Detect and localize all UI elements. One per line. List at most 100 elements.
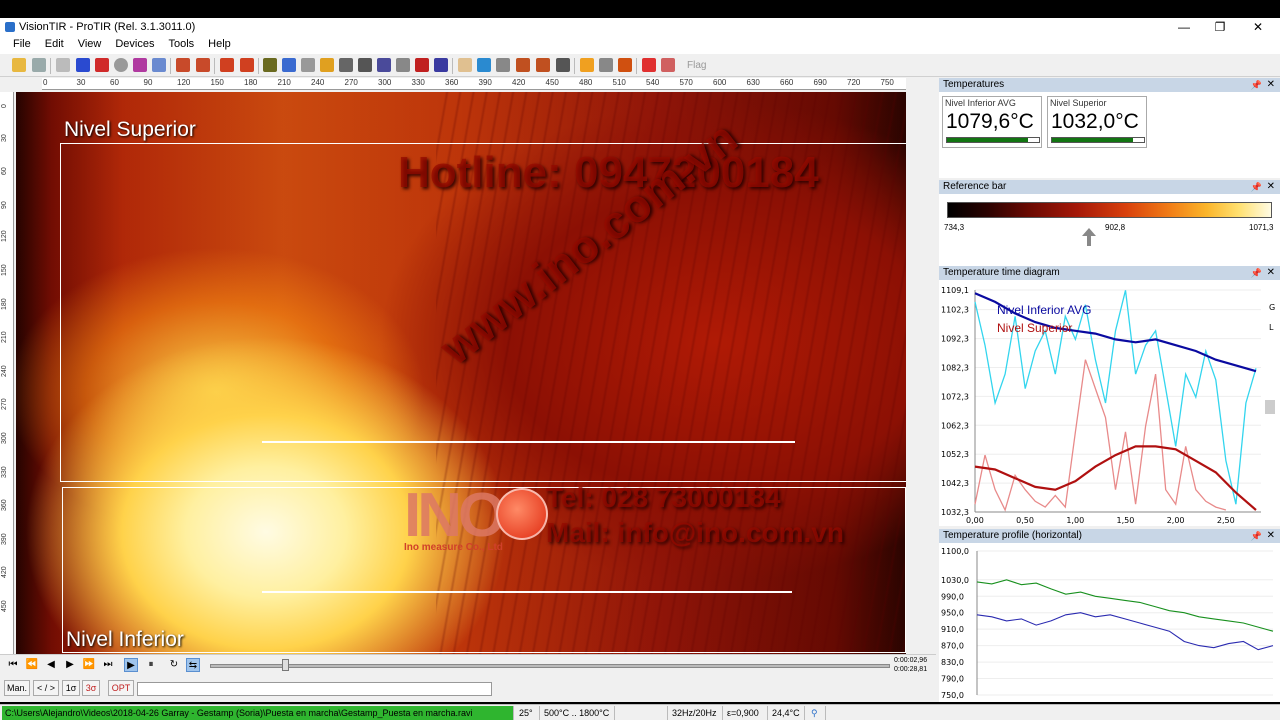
- fire-icon[interactable]: [618, 58, 632, 72]
- speed-icon[interactable]: ⇆: [186, 658, 200, 672]
- profile-chart[interactable]: 1100,0 1030,0 990,0 950,0 910,0 870,0 830,0 790…: [939, 543, 1280, 702]
- ruler-tick-label: 240: [311, 78, 325, 87]
- sigma3-button[interactable]: 3σ: [82, 680, 100, 696]
- manual-button[interactable]: Man.: [4, 680, 30, 696]
- temp-level-bar: [1051, 137, 1145, 143]
- window-title: VisionTIR - ProTIR (Rel. 3.1.3011.0): [19, 21, 196, 33]
- bars-icon[interactable]: [516, 58, 530, 72]
- palette-icon[interactable]: [176, 58, 190, 72]
- next-frame-icon[interactable]: ▶: [63, 658, 77, 672]
- palette2-icon[interactable]: [196, 58, 210, 72]
- thermal-image[interactable]: Nivel Superior Nivel Inferior Hotline: 0…: [16, 92, 906, 654]
- layout2-icon[interactable]: [240, 58, 254, 72]
- measure-icon[interactable]: [415, 58, 429, 72]
- profile-line-top[interactable]: [262, 441, 795, 443]
- separator: [574, 58, 575, 74]
- profile-icon[interactable]: [358, 58, 372, 72]
- toolbar: Flag: [0, 55, 1280, 77]
- pin-icon[interactable]: 📌: [1251, 180, 1262, 194]
- menu-help[interactable]: Help: [201, 36, 238, 54]
- chart-icon[interactable]: [263, 58, 277, 72]
- temp-level-fill: [1052, 138, 1133, 142]
- separator: [50, 58, 51, 74]
- ruler-tick-label: 210: [1, 331, 8, 344]
- record-icon[interactable]: [114, 58, 128, 72]
- temp-box-inferior[interactable]: Nivel Inferior AVG 1079,6°C: [942, 96, 1042, 148]
- y-tick-label: 790,0: [941, 675, 964, 684]
- fast-forward-icon[interactable]: ⏩: [82, 658, 96, 672]
- playback-slider-thumb[interactable]: [282, 659, 289, 671]
- pin-icon[interactable]: 📌: [1251, 529, 1262, 543]
- x-tick-label: 1,00: [1066, 516, 1084, 525]
- reference-bar-panel: 734,3 902,8 1071,3: [939, 194, 1280, 266]
- horizontal-scrollbar[interactable]: [137, 682, 492, 696]
- pause-icon[interactable]: [76, 58, 90, 72]
- snapshot-icon[interactable]: [152, 58, 166, 72]
- hand-icon[interactable]: [458, 58, 472, 72]
- zoom-icon[interactable]: [496, 58, 510, 72]
- menu-file[interactable]: File: [6, 36, 38, 54]
- y-tick-label: 950,0: [941, 609, 964, 618]
- flag-button[interactable]: Flag: [687, 60, 706, 71]
- ruler-tick-label: 390: [1, 533, 8, 545]
- area-icon[interactable]: [301, 58, 315, 72]
- camera-icon[interactable]: [133, 58, 147, 72]
- open-icon[interactable]: [12, 58, 26, 72]
- pin-icon[interactable]: 📌: [1251, 266, 1262, 280]
- palette-bar-icon[interactable]: [580, 58, 594, 72]
- loop-icon[interactable]: ↻: [167, 658, 181, 672]
- filter-icon[interactable]: [599, 58, 613, 72]
- trend-icon[interactable]: [377, 58, 391, 72]
- ruler-tick-label: 480: [579, 78, 593, 87]
- logo-text: INO: [404, 481, 506, 550]
- y-tick-label: 990,0: [941, 592, 964, 601]
- range-button[interactable]: < / >: [33, 680, 59, 696]
- close-icon[interactable]: ✕: [1267, 266, 1275, 280]
- profile-line-bottom[interactable]: [262, 591, 792, 593]
- sigma1-button[interactable]: 1σ: [62, 680, 80, 696]
- play-button[interactable]: ▶: [124, 658, 138, 672]
- first-frame-icon[interactable]: ⏮: [6, 658, 20, 672]
- pencil-icon[interactable]: [320, 58, 334, 72]
- close-icon[interactable]: ✕: [1267, 180, 1275, 194]
- menu-view[interactable]: View: [71, 36, 109, 54]
- ruler-tick-label: 360: [1, 499, 8, 512]
- close-window-button[interactable]: ✕: [1238, 19, 1278, 35]
- play-icon[interactable]: [56, 58, 70, 72]
- playback-slider[interactable]: [210, 664, 890, 668]
- last-frame-icon[interactable]: ⏭: [101, 658, 115, 672]
- grid-icon[interactable]: [396, 58, 410, 72]
- y-tick-label: 1072,3: [941, 392, 969, 401]
- prev-frame-icon[interactable]: ◀: [44, 658, 58, 672]
- bars2-icon[interactable]: [536, 58, 550, 72]
- stop-icon[interactable]: [95, 58, 109, 72]
- menu-tools[interactable]: Tools: [161, 36, 201, 54]
- pause-button[interactable]: ⏸: [144, 658, 158, 672]
- temperatures-panel: Nivel Inferior AVG 1079,6°C Nivel Superi…: [939, 92, 1280, 178]
- zoom-fit-icon[interactable]: [477, 58, 491, 72]
- color-scale-bar[interactable]: [947, 202, 1272, 218]
- save-icon[interactable]: [32, 58, 46, 72]
- status-range: 500°C .. 1800°C: [541, 706, 615, 720]
- pin-icon[interactable]: 📌: [1251, 78, 1262, 92]
- close-icon[interactable]: ✕: [1267, 78, 1275, 92]
- opt-button[interactable]: OPT: [108, 680, 134, 696]
- alarm-icon[interactable]: [642, 58, 656, 72]
- rewind-icon[interactable]: ⏪: [25, 658, 39, 672]
- layout-icon[interactable]: [220, 58, 234, 72]
- temp-box-superior[interactable]: Nivel Superior 1032,0°C: [1047, 96, 1147, 148]
- ruler-icon[interactable]: [434, 58, 448, 72]
- minimize-button[interactable]: —: [1164, 19, 1204, 35]
- ruler-tick-label: 510: [612, 78, 626, 87]
- status-file-path: C:\Users\Alejandro\Videos\2018-04-26 Gar…: [2, 706, 514, 720]
- time-diagram-chart[interactable]: 1109,1 1102,3 1092,3 1082,3 1072,3 1062,3 1052…: [939, 280, 1280, 540]
- tools-icon[interactable]: [556, 58, 570, 72]
- menu-devices[interactable]: Devices: [108, 36, 161, 54]
- menu-edit[interactable]: Edit: [38, 36, 71, 54]
- close-icon[interactable]: ✕: [1267, 529, 1275, 543]
- restore-button[interactable]: ❐: [1200, 19, 1240, 35]
- line-chart-icon[interactable]: [339, 58, 353, 72]
- temp-level-bar: [946, 137, 1040, 143]
- histogram-icon[interactable]: [282, 58, 296, 72]
- alarm2-icon[interactable]: [661, 58, 675, 72]
